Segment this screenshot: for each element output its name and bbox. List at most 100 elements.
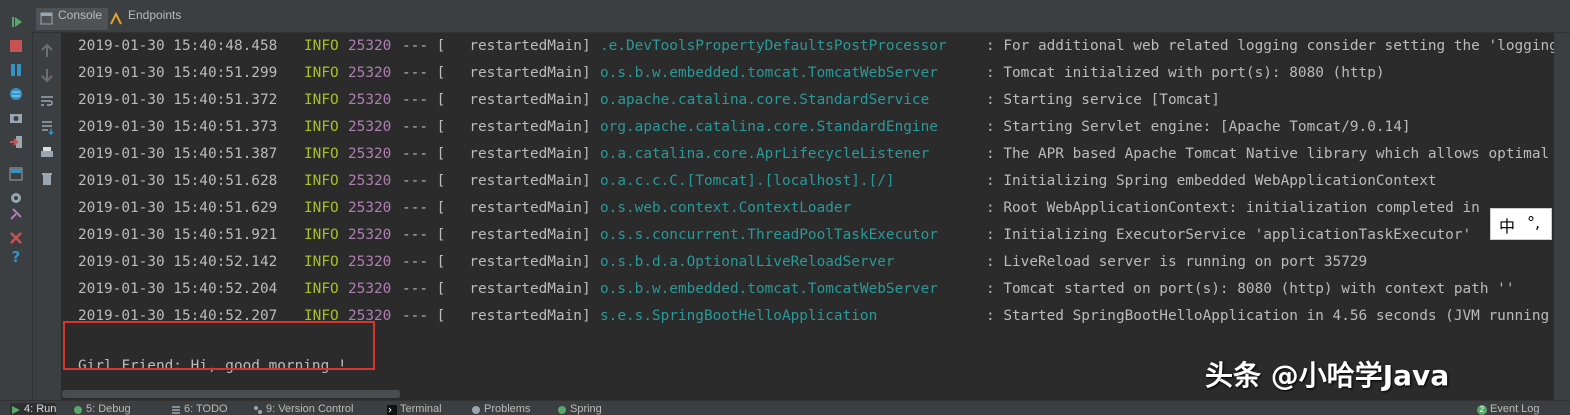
log-thread: restartedMain]: [452, 281, 591, 297]
log-thread: restartedMain]: [452, 173, 591, 189]
layout-icon[interactable]: [8, 166, 24, 182]
pin-icon[interactable]: [8, 206, 24, 222]
status-version-control[interactable]: 9: Version Control: [252, 403, 353, 415]
tab-endpoints[interactable]: Endpoints: [106, 8, 187, 30]
log-line: 2019-01-30 15:40:48.458 INFO 25320 --- [ re…: [78, 33, 1554, 60]
log-separator: --- [: [402, 173, 446, 189]
log-level: INFO: [304, 227, 339, 243]
ime-punctuation-label: °,: [1527, 213, 1541, 232]
log-message: : Started SpringBootHelloApplication in …: [986, 308, 1550, 324]
log-pid: 25320: [348, 227, 392, 243]
status-spring[interactable]: Spring: [556, 403, 602, 415]
log-thread: restartedMain]: [452, 308, 591, 324]
log-timestamp: 2019-01-30 15:40:52.142: [78, 254, 278, 270]
status-todo[interactable]: 6: TODO: [170, 403, 228, 415]
status-debug[interactable]: 5: Debug: [72, 403, 131, 415]
up-arrow-icon[interactable]: [39, 43, 55, 59]
status-label: 6: TODO: [184, 403, 228, 415]
exit-icon[interactable]: [8, 134, 24, 150]
log-thread: restartedMain]: [452, 65, 591, 81]
status-terminal[interactable]: Terminal: [386, 403, 442, 415]
rerun-icon[interactable]: [8, 14, 24, 30]
run-toolbar: ?: [0, 6, 33, 400]
print-icon[interactable]: [39, 145, 55, 161]
tab-label: Console: [58, 8, 103, 22]
log-level: INFO: [304, 200, 339, 216]
scroll-to-end-icon[interactable]: [39, 119, 55, 135]
log-thread: restartedMain]: [452, 92, 591, 108]
ime-indicator[interactable]: 中 °,: [1490, 208, 1552, 240]
log-line: 2019-01-30 15:40:51.387 INFO 25320 --- [ re…: [78, 141, 1554, 168]
log-message: : Starting service [Tomcat]: [986, 92, 1220, 108]
tab-label: Endpoints: [128, 8, 182, 22]
log-line: 2019-01-30 15:40:51.299 INFO 25320 --- [ re…: [78, 60, 1554, 87]
log-logger[interactable]: org.apache.catalina.core.StandardEngine: [600, 114, 938, 141]
log-pid: 25320: [348, 281, 392, 297]
log-logger[interactable]: o.s.b.d.a.OptionalLiveReloadServer: [600, 249, 895, 276]
log-level: INFO: [304, 146, 339, 162]
log-separator: --- [: [402, 254, 446, 270]
log-pid: 25320: [348, 173, 392, 189]
log-timestamp: 2019-01-30 15:40:51.387: [78, 146, 278, 162]
pause-icon[interactable]: [8, 62, 24, 78]
log-timestamp: 2019-01-30 15:40:51.372: [78, 92, 278, 108]
tab-console[interactable]: Console: [36, 8, 109, 30]
log-message: : For additional web related logging con…: [986, 38, 1554, 54]
endpoints-icon: [110, 12, 122, 25]
camera-icon[interactable]: [8, 110, 24, 126]
status-label: Spring: [570, 403, 602, 415]
log-logger[interactable]: o.a.c.c.C.[Tomcat].[localhost].[/]: [600, 168, 895, 195]
status-label: 5: Debug: [86, 403, 131, 415]
log-separator: --- [: [402, 227, 446, 243]
log-logger[interactable]: o.s.b.w.embedded.tomcat.TomcatWebServer: [600, 276, 938, 303]
log-separator: --- [: [402, 200, 446, 216]
log-pid: 25320: [348, 146, 392, 162]
log-message: : Tomcat initialized with port(s): 8080 …: [986, 65, 1385, 81]
log-logger[interactable]: o.apache.catalina.core.StandardService: [600, 87, 929, 114]
log-thread: restartedMain]: [452, 227, 591, 243]
log-line: 2019-01-30 15:40:51.921 INFO 25320 --- [ re…: [78, 222, 1554, 249]
log-pid: 25320: [348, 254, 392, 270]
log-logger[interactable]: o.s.web.context.ContextLoader: [600, 195, 851, 222]
log-logger[interactable]: o.a.catalina.core.AprLifecycleListener: [600, 141, 929, 168]
log-logger[interactable]: .e.DevToolsPropertyDefaultsPostProcessor: [600, 33, 947, 60]
log-pid: 25320: [348, 92, 392, 108]
log-level: INFO: [304, 38, 339, 54]
console-toolbar: [33, 33, 61, 400]
help-icon[interactable]: ?: [8, 248, 24, 266]
ime-mode-label: 中: [1499, 217, 1516, 236]
log-separator: --- [: [402, 308, 446, 324]
highlight-box: [63, 321, 375, 370]
log-pid: 25320: [348, 65, 392, 81]
tool-window-tabs: Console Endpoints: [32, 6, 1570, 33]
down-arrow-icon[interactable]: [39, 67, 55, 83]
status-problems[interactable]: Problems: [470, 403, 530, 415]
tool-window-bar: 4: Run 5: Debug 6: TODO 9: Version Contr…: [0, 400, 1570, 415]
watermark: 头条 @小哈学Java: [1205, 359, 1450, 392]
log-line: 2019-01-30 15:40:51.373 INFO 25320 --- [ re…: [78, 114, 1554, 141]
log-message: : Initializing Spring embedded WebApplic…: [986, 173, 1437, 189]
status-label: Terminal: [400, 403, 442, 415]
log-separator: --- [: [402, 146, 446, 162]
close-icon[interactable]: [8, 230, 24, 246]
status-event-log[interactable]: 2 Event Log: [1476, 403, 1540, 415]
horizontal-scrollbar[interactable]: [62, 390, 400, 398]
soft-wrap-icon[interactable]: [39, 93, 55, 109]
log-message: : Starting Servlet engine: [Apache Tomca…: [986, 119, 1411, 135]
stop-icon[interactable]: [8, 38, 24, 54]
log-logger[interactable]: o.s.b.w.embedded.tomcat.TomcatWebServer: [600, 60, 938, 87]
trash-icon[interactable]: [39, 171, 55, 187]
log-pid: 25320: [348, 119, 392, 135]
log-separator: --- [: [402, 38, 446, 54]
status-label: Event Log: [1490, 403, 1540, 415]
vertical-scrollbar[interactable]: [1554, 33, 1570, 400]
log-separator: --- [: [402, 119, 446, 135]
log-message: : Root WebApplicationContext: initializa…: [986, 200, 1480, 216]
log-message: : The APR based Apache Tomcat Native lib…: [986, 146, 1550, 162]
log-logger[interactable]: o.s.s.concurrent.ThreadPoolTaskExecutor: [600, 222, 938, 249]
globe-icon[interactable]: [8, 86, 24, 102]
settings-icon[interactable]: [8, 190, 24, 206]
log-logger[interactable]: s.e.s.SpringBootHelloApplication: [600, 303, 877, 330]
status-run[interactable]: 4: Run: [10, 403, 57, 415]
log-thread: restartedMain]: [452, 254, 591, 270]
